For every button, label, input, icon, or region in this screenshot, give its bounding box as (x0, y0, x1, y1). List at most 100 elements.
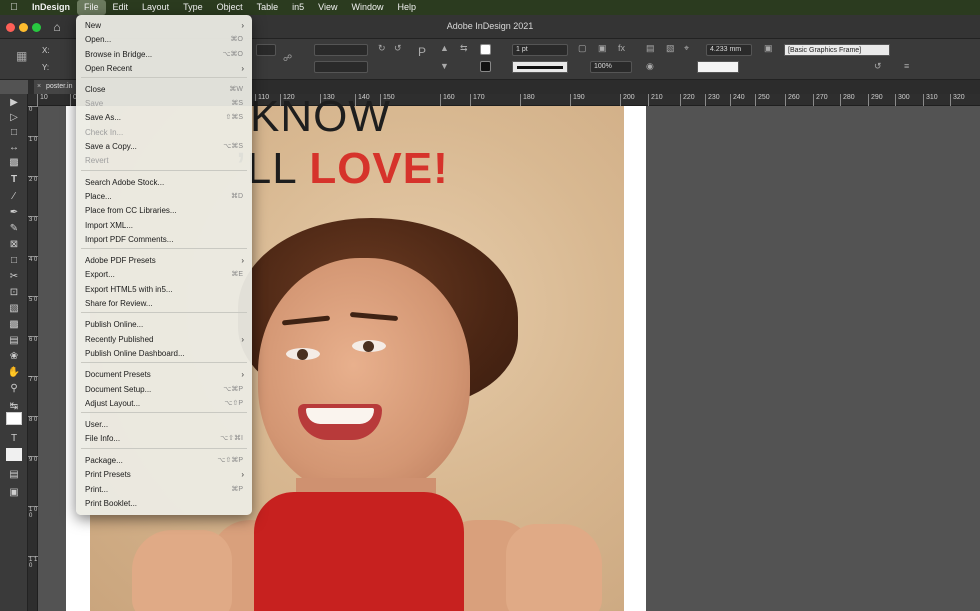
menu-help[interactable]: Help (391, 0, 424, 15)
file-menu-item-package[interactable]: Package... ⌥⇧⌘P (76, 454, 252, 468)
gap-tool-icon[interactable]: ↔ (6, 141, 22, 154)
select-container-icon[interactable]: ▲ (440, 43, 449, 54)
vertical-ruler[interactable]: 0 1 0 2 0 3 0 4 0 5 0 6 0 7 0 8 0 9 0 1 … (28, 106, 38, 611)
constrain-link-icon[interactable]: ☍ (283, 53, 292, 64)
fill-stroke-icon[interactable] (6, 412, 22, 425)
object-style-icon[interactable]: ▣ (764, 43, 773, 54)
file-menu-item-import-xml[interactable]: Import XML... (76, 219, 252, 233)
close-tab-icon[interactable]: × (37, 80, 41, 94)
apply-none-icon[interactable] (6, 448, 22, 461)
menu-view[interactable]: View (311, 0, 344, 15)
menu-type[interactable]: Type (176, 0, 210, 15)
menu-in5[interactable]: in5 (285, 0, 311, 15)
file-menu-item-export[interactable]: Export... ⌘E (76, 268, 252, 282)
hand-tool-icon[interactable]: ✋ (6, 366, 22, 379)
file-menu-item-print-booklet[interactable]: Print Booklet... (76, 497, 252, 511)
shear-field[interactable] (314, 61, 368, 73)
file-menu-item-document-setup[interactable]: Document Setup... ⌥⌘P (76, 383, 252, 397)
fx-icon[interactable]: fx (618, 43, 625, 54)
file-menu-item-open-recent[interactable]: Open Recent › (76, 62, 252, 76)
menu-table[interactable]: Table (250, 0, 286, 15)
gap-field[interactable]: 4.233 mm (706, 44, 752, 56)
file-menu-item-close[interactable]: Close ⌘W (76, 83, 252, 97)
stroke-type-dropdown[interactable] (512, 61, 568, 73)
opacity-field[interactable]: 100% (590, 61, 632, 73)
screen-mode-icon[interactable]: ▤ (6, 468, 22, 481)
direct-selection-tool-icon[interactable]: ▷ (6, 111, 22, 124)
content-collector-icon[interactable]: ▩ (6, 156, 22, 169)
scissors-tool-icon[interactable]: ✂ (6, 270, 22, 283)
file-menu-item-adobe-pdf-presets[interactable]: Adobe PDF Presets › (76, 254, 252, 268)
align-center-icon[interactable]: ▤ (646, 43, 655, 54)
object-style-dropdown[interactable]: [Basic Graphics Frame] (784, 44, 890, 56)
file-menu-item-search-adobe-stock[interactable]: Search Adobe Stock... (76, 176, 252, 190)
stroke-weight-field[interactable]: 1 pt (512, 44, 568, 56)
corner-options-icon[interactable]: ▢ (578, 43, 587, 54)
gradient-feather-tool-icon[interactable]: ▩ (6, 318, 22, 331)
menu-window[interactable]: Window (345, 0, 391, 15)
stroke-swatch[interactable] (480, 61, 491, 72)
menu-layout[interactable]: Layout (135, 0, 176, 15)
file-menu-item-export-html5-with-in5[interactable]: Export HTML5 with in5... (76, 283, 252, 297)
rotate-cw-icon[interactable]: ↻ (378, 43, 386, 54)
menu-edit[interactable]: Edit (106, 0, 136, 15)
page-tool-icon[interactable]: □ (6, 126, 22, 139)
select-content-icon[interactable]: ▼ (440, 61, 449, 72)
clear-overrides-icon[interactable]: ↺ (874, 61, 882, 72)
swatch-preview[interactable] (697, 61, 739, 73)
free-transform-tool-icon[interactable]: ⊡ (6, 286, 22, 299)
file-menu-item-document-presets[interactable]: Document Presets › (76, 368, 252, 382)
note-tool-icon[interactable]: ▤ (6, 334, 22, 347)
file-menu-item-print-presets[interactable]: Print Presets › (76, 468, 252, 482)
rotation-field[interactable] (256, 44, 276, 56)
pencil-tool-icon[interactable]: ✎ (6, 222, 22, 235)
file-menu-item-import-pdf-comments[interactable]: Import PDF Comments... (76, 233, 252, 247)
panel-menu-icon[interactable]: ≡ (904, 61, 909, 72)
rotate-ccw-icon[interactable]: ↺ (394, 43, 402, 54)
menu-app-indesign[interactable]: InDesign (28, 0, 77, 15)
file-menu-item-publish-online-dashboard[interactable]: Publish Online Dashboard... (76, 347, 252, 361)
file-menu-item-save-a-copy[interactable]: Save a Copy... ⌥⌘S (76, 140, 252, 154)
ruler-tick: 1 0 0 (28, 506, 38, 519)
flip-icon[interactable]: P (418, 46, 426, 58)
file-menu-item-file-info[interactable]: File Info... ⌥⇧⌘I (76, 432, 252, 446)
file-menu-item-place[interactable]: Place... ⌘D (76, 190, 252, 204)
distribute-icon[interactable]: ▧ (666, 43, 675, 54)
eyedropper-tool-icon[interactable]: ❀ (6, 350, 22, 363)
file-menu-item-open[interactable]: Open... ⌘O (76, 33, 252, 47)
type-tool-icon[interactable]: T (6, 173, 22, 186)
file-menu-item-browse-in-bridge[interactable]: Browse in Bridge... ⌥⌘O (76, 48, 252, 62)
rectangle-frame-tool-icon[interactable]: ⊠ (6, 238, 22, 251)
poster-headline-line1[interactable]: KNOW (250, 92, 391, 142)
angle-field[interactable] (314, 44, 368, 56)
fill-swatch[interactable] (480, 44, 491, 55)
file-menu-item-share-for-review[interactable]: Share for Review... (76, 297, 252, 311)
menu-object[interactable]: Object (210, 0, 250, 15)
formatting-affects-icon[interactable]: T (6, 432, 22, 445)
selection-tool-icon[interactable]: ▶ (6, 96, 22, 109)
color-icon[interactable]: ◉ (646, 61, 654, 72)
apple-logo-icon[interactable]:  (0, 2, 28, 13)
gradient-tool-icon[interactable]: ▧ (6, 302, 22, 315)
select-previous-icon[interactable]: ⇆ (460, 43, 468, 54)
poster-photo-eye (286, 348, 320, 360)
file-menu-item-user[interactable]: User... (76, 418, 252, 432)
rectangle-tool-icon[interactable]: □ (6, 254, 22, 267)
file-menu-item-print[interactable]: Print... ⌘P (76, 483, 252, 497)
reference-point-icon[interactable]: ▦ (16, 50, 27, 62)
frame-fitting-icon[interactable]: ⌖ (684, 43, 689, 54)
file-menu-item-adjust-layout[interactable]: Adjust Layout... ⌥⇧P (76, 397, 252, 411)
line-tool-icon[interactable]: ∕ (6, 190, 22, 203)
poster-headline-line2[interactable]: ’LL LOVE! (236, 144, 449, 194)
file-menu-item-new[interactable]: New › (76, 19, 252, 33)
text-wrap-icon[interactable]: ▣ (598, 43, 607, 54)
pen-tool-icon[interactable]: ✒ (6, 206, 22, 219)
file-menu-item-save-as[interactable]: Save As... ⇧⌘S (76, 111, 252, 125)
menu-file[interactable]: File (77, 0, 106, 15)
document-tab[interactable]: × poster.in (34, 80, 80, 94)
view-mode-icon[interactable]: ▣ (6, 486, 22, 499)
file-menu-item-recently-published[interactable]: Recently Published › (76, 333, 252, 347)
zoom-tool-icon[interactable]: ⚲ (6, 382, 22, 395)
file-menu-item-publish-online[interactable]: Publish Online... (76, 318, 252, 332)
file-menu-item-place-from-cc-libraries[interactable]: Place from CC Libraries... (76, 204, 252, 218)
